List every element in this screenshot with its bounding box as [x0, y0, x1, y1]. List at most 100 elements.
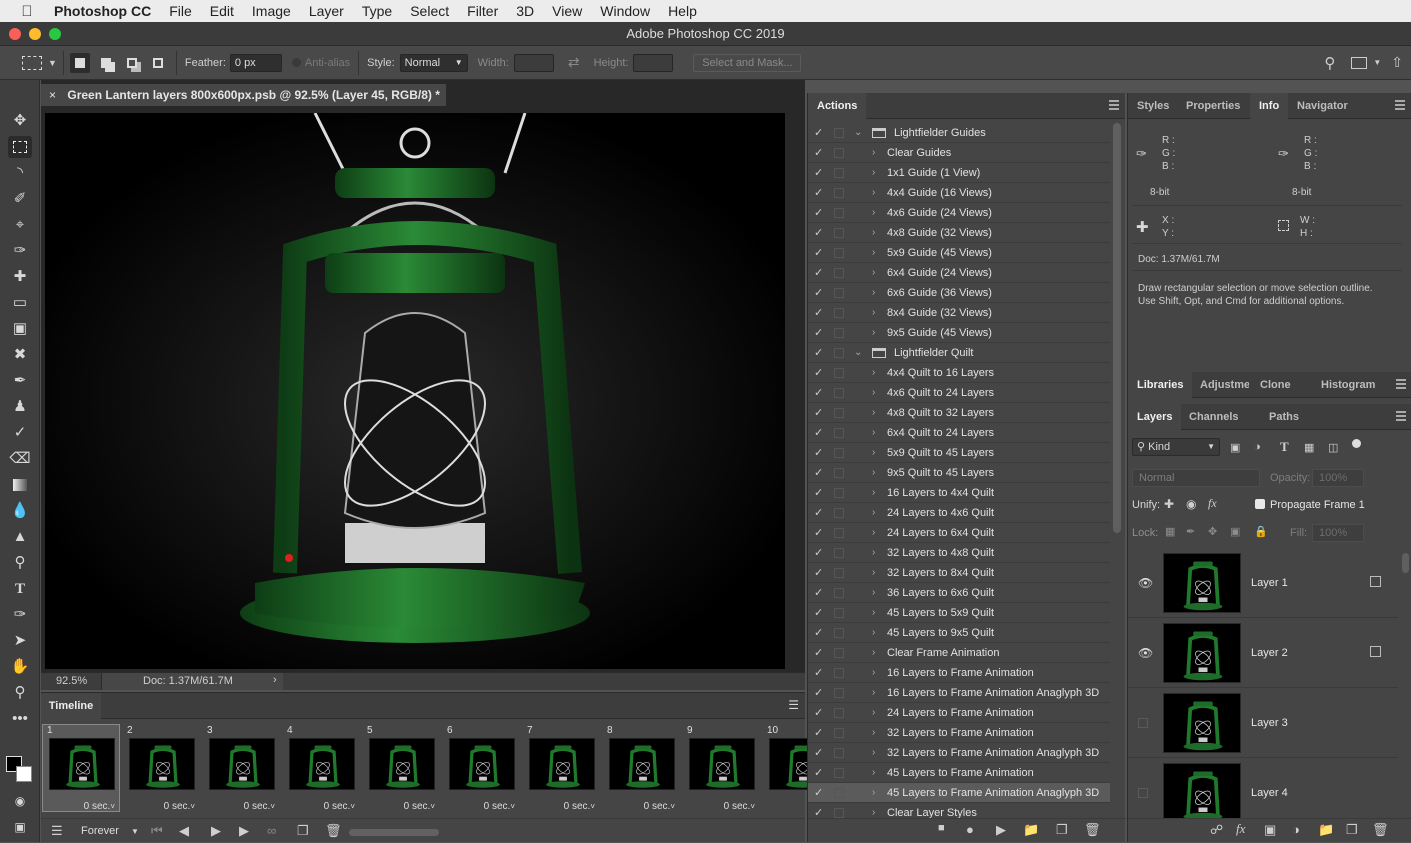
chevron-right-icon[interactable]: ›	[872, 803, 875, 818]
tab-layers[interactable]: Layers	[1128, 404, 1182, 430]
tab-navigator[interactable]: Navigator	[1288, 93, 1357, 119]
timeline-frame[interactable]: 3 0 sec.˅	[203, 725, 279, 812]
zoom-window-button[interactable]	[49, 28, 61, 40]
check-icon[interactable]: ✓	[814, 323, 823, 343]
chevron-down-icon[interactable]: ▼	[131, 827, 139, 836]
timeline-frame[interactable]: 2 0 sec.˅	[123, 725, 199, 812]
subtract-selection-icon[interactable]	[122, 53, 142, 73]
chevron-right-icon[interactable]: ›	[872, 743, 875, 763]
dialog-toggle[interactable]	[834, 288, 844, 298]
unify-visibility-icon[interactable]: ◉	[1186, 497, 1196, 511]
eraser-tool-icon[interactable]: ⌫	[8, 448, 32, 470]
check-icon[interactable]: ✓	[814, 283, 823, 303]
share-icon[interactable]: ⇧	[1391, 54, 1403, 71]
record-icon[interactable]: ●	[966, 822, 974, 837]
dialog-toggle[interactable]	[834, 768, 844, 778]
chevron-right-icon[interactable]: ›	[872, 583, 875, 603]
chevron-right-icon[interactable]: ›	[872, 563, 875, 583]
check-icon[interactable]: ✓	[814, 463, 823, 483]
timeline-frame[interactable]: 8 0 sec.˅	[603, 725, 679, 812]
dialog-toggle[interactable]	[834, 548, 844, 558]
chevron-down-icon[interactable]: ▼	[1373, 58, 1381, 67]
style-select[interactable]: Normal ▼	[399, 53, 468, 72]
tab-styles[interactable]: Styles	[1128, 93, 1178, 119]
chevron-down-icon[interactable]: ⌄	[854, 343, 862, 363]
dialog-toggle[interactable]	[834, 488, 844, 498]
dialog-toggle[interactable]	[834, 588, 844, 598]
close-tab-icon[interactable]: ×	[49, 88, 56, 102]
pen-tool-icon[interactable]: ✑	[8, 604, 32, 626]
action-row[interactable]: ✓ › 6x4 Quilt to 24 Layers	[808, 423, 1110, 443]
chevron-right-icon[interactable]: ›	[872, 723, 875, 743]
dialog-toggle[interactable]	[834, 668, 844, 678]
patch-tool-icon[interactable]: ▣	[8, 318, 32, 340]
chevron-right-icon[interactable]: ›	[872, 603, 875, 623]
layers-scrollbar[interactable]	[1402, 553, 1409, 573]
frame-duration[interactable]: 0 sec.˅	[404, 801, 435, 812]
width-input[interactable]	[513, 53, 554, 72]
dialog-toggle[interactable]	[834, 128, 844, 138]
action-row[interactable]: ✓ › 24 Layers to 6x4 Quilt	[808, 523, 1110, 543]
action-row[interactable]: ✓ › Clear Layer Styles	[808, 803, 1110, 818]
menu-window[interactable]: Window	[591, 3, 659, 19]
action-row[interactable]: ✓ › 8x4 Guide (32 Views)	[808, 303, 1110, 323]
timeline-frame[interactable]: 6 0 sec.˅	[443, 725, 519, 812]
action-row[interactable]: ✓ › 4x4 Guide (16 Views)	[808, 183, 1110, 203]
panel-menu-icon[interactable]	[1396, 379, 1406, 389]
lock-artboard-icon[interactable]: ▣	[1230, 525, 1240, 538]
loop-select[interactable]: Forever	[81, 825, 119, 837]
filter-smart-object-icon[interactable]: ◫	[1328, 441, 1338, 454]
chevron-right-icon[interactable]: ›	[872, 183, 875, 203]
dialog-toggle[interactable]	[834, 628, 844, 638]
check-icon[interactable]: ✓	[814, 623, 823, 643]
play-action-icon[interactable]: ▶	[996, 822, 1006, 838]
check-icon[interactable]: ✓	[814, 783, 823, 803]
workspace-icon[interactable]	[1351, 56, 1368, 69]
tab-clone-source[interactable]: Clone Sou	[1251, 372, 1309, 398]
action-row[interactable]: ✓ › 16 Layers to Frame Animation	[808, 663, 1110, 683]
chevron-right-icon[interactable]: ›	[872, 163, 875, 183]
action-row[interactable]: ✓ › 16 Layers to 4x4 Quilt	[808, 483, 1110, 503]
search-icon[interactable]: ⚲	[1324, 54, 1335, 72]
check-icon[interactable]: ✓	[814, 603, 823, 623]
dialog-toggle[interactable]	[834, 308, 844, 318]
chevron-right-icon[interactable]: ›	[273, 674, 277, 686]
blur-tool-icon[interactable]: 💧	[8, 500, 32, 522]
action-row[interactable]: ✓ › 4x4 Quilt to 16 Layers	[808, 363, 1110, 383]
check-icon[interactable]: ✓	[814, 443, 823, 463]
screen-mode-icon[interactable]: ▣	[8, 816, 32, 838]
action-row[interactable]: ✓ › 36 Layers to 6x6 Quilt	[808, 583, 1110, 603]
check-icon[interactable]: ✓	[814, 483, 823, 503]
dialog-toggle[interactable]	[834, 508, 844, 518]
action-row[interactable]: ✓ › 45 Layers to Frame Animation Anaglyph …	[808, 783, 1110, 803]
new-selection-icon[interactable]	[69, 52, 90, 73]
menu-filter[interactable]: Filter	[458, 3, 507, 19]
action-set-row[interactable]: ✓ ⌄ Lightfielder Quilt	[808, 343, 1110, 363]
more-tools-icon[interactable]: •••	[8, 708, 32, 730]
filter-type-icon[interactable]: T	[1280, 439, 1289, 455]
chevron-right-icon[interactable]: ›	[872, 363, 875, 383]
path-select-tool-icon[interactable]: ➤	[8, 630, 32, 652]
action-row[interactable]: ✓ › 45 Layers to 9x5 Quilt	[808, 623, 1110, 643]
menu-view[interactable]: View	[543, 3, 591, 19]
menu-image[interactable]: Image	[243, 3, 300, 19]
check-icon[interactable]: ✓	[814, 703, 823, 723]
dialog-toggle[interactable]	[834, 808, 844, 818]
prev-frame-icon[interactable]: ◀	[179, 823, 189, 839]
action-row[interactable]: ✓ › 5x9 Quilt to 45 Layers	[808, 443, 1110, 463]
action-set-row[interactable]: ✓ ⌄ Lightfielder Guides	[808, 123, 1110, 143]
timeline-frame[interactable]: 1 0 sec.˅	[42, 724, 120, 812]
action-row[interactable]: ✓ › 32 Layers to 4x8 Quilt	[808, 543, 1110, 563]
fill-input[interactable]: 100%	[1312, 524, 1364, 542]
move-tool-icon[interactable]: ✥	[8, 110, 32, 132]
action-row[interactable]: ✓ › 4x6 Quilt to 24 Layers	[808, 383, 1110, 403]
layer-style-icon[interactable]: fx	[1236, 821, 1245, 837]
gradient-tool-icon[interactable]	[8, 474, 32, 496]
panel-menu-icon[interactable]	[1395, 100, 1405, 110]
dialog-toggle[interactable]	[834, 408, 844, 418]
chevron-right-icon[interactable]: ›	[872, 643, 875, 663]
dialog-toggle[interactable]	[834, 148, 844, 158]
swap-icon[interactable]: ⇄	[568, 54, 580, 71]
chevron-right-icon[interactable]: ›	[872, 463, 875, 483]
layer-row[interactable]: Layer 4	[1128, 758, 1398, 818]
